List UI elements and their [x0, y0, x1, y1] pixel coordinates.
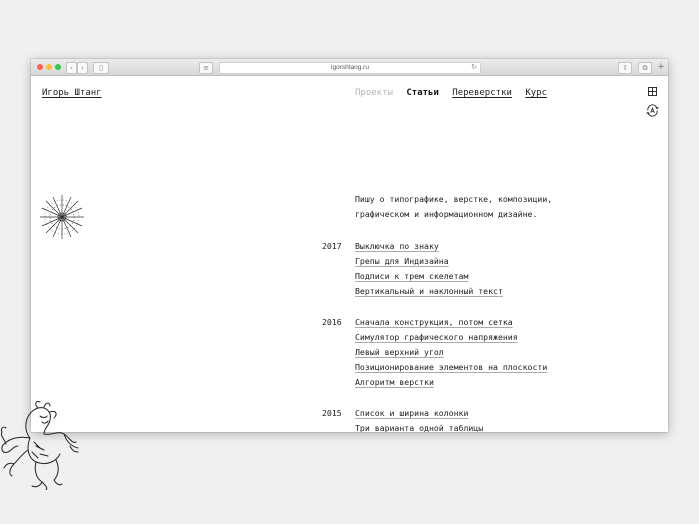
web-page: Игорь Штанг Проекты Статьи Переверстки К… — [31, 76, 668, 432]
year-label: 2015 — [322, 408, 342, 418]
reader-button[interactable]: ≡ — [199, 62, 213, 74]
browser-toolbar: ‹ › ▯ ≡ igorshtang.ru ↻ ⇧ ⧉ + — [31, 59, 668, 76]
article-link[interactable]: Список и ширина колонки — [355, 408, 468, 418]
article-link[interactable]: Позиционирование элементов на плоскости — [355, 362, 547, 372]
share-button[interactable]: ⇧ — [618, 62, 632, 74]
article-link[interactable]: Подписи к трем скелетам — [355, 271, 468, 281]
main-nav: Проекты Статьи Переверстки Курс — [355, 88, 555, 98]
url-text: igorshtang.ru — [331, 64, 369, 71]
intro-text: Пишу о типографике, верстке, композиции,… — [355, 194, 553, 219]
address-bar[interactable]: igorshtang.ru ↻ — [219, 62, 481, 74]
article-link[interactable]: Три варианта одной таблицы — [355, 423, 483, 432]
article-link[interactable]: Левый верхний угол — [355, 347, 444, 357]
zoom-window-button[interactable] — [55, 64, 61, 70]
nav-item-projects[interactable]: Проекты — [355, 88, 393, 98]
article-link[interactable]: Алгоритм верстки — [355, 377, 434, 387]
nav-item-articles: Статьи — [406, 88, 439, 98]
year-label: 2017 — [322, 241, 342, 251]
minimize-window-button[interactable] — [46, 64, 52, 70]
article-link[interactable]: Выключка по знаку — [355, 241, 439, 251]
language-switch-icon[interactable] — [646, 104, 659, 117]
sidebar-button[interactable]: ▯ — [93, 62, 109, 74]
grid-icon[interactable] — [648, 87, 657, 96]
nav-item-relayouts[interactable]: Переверстки — [452, 88, 512, 98]
article-link[interactable]: Сначала конструкция, потом сетка — [355, 317, 513, 327]
nav-item-course[interactable]: Курс — [525, 88, 547, 98]
back-button[interactable]: ‹ — [66, 62, 77, 74]
browser-window: ‹ › ▯ ≡ igorshtang.ru ↻ ⇧ ⧉ + Игорь Штан… — [31, 59, 668, 432]
reload-icon[interactable]: ↻ — [471, 63, 477, 73]
tabs-button[interactable]: ⧉ — [638, 62, 652, 74]
forward-button[interactable]: › — [77, 62, 88, 74]
close-window-button[interactable] — [37, 64, 43, 70]
article-link[interactable]: Грепы для Индизайна — [355, 256, 449, 266]
heraldic-lion-illustration — [1, 401, 79, 490]
new-tab-button[interactable]: + — [656, 62, 666, 72]
site-brand-link[interactable]: Игорь Штанг — [42, 88, 102, 98]
sun-emblem-icon — [40, 195, 84, 239]
article-link[interactable]: Симулятор графического напряжения — [355, 332, 518, 342]
article-link[interactable]: Вертикальный и наклонный текст — [355, 286, 503, 296]
year-label: 2016 — [322, 317, 342, 327]
